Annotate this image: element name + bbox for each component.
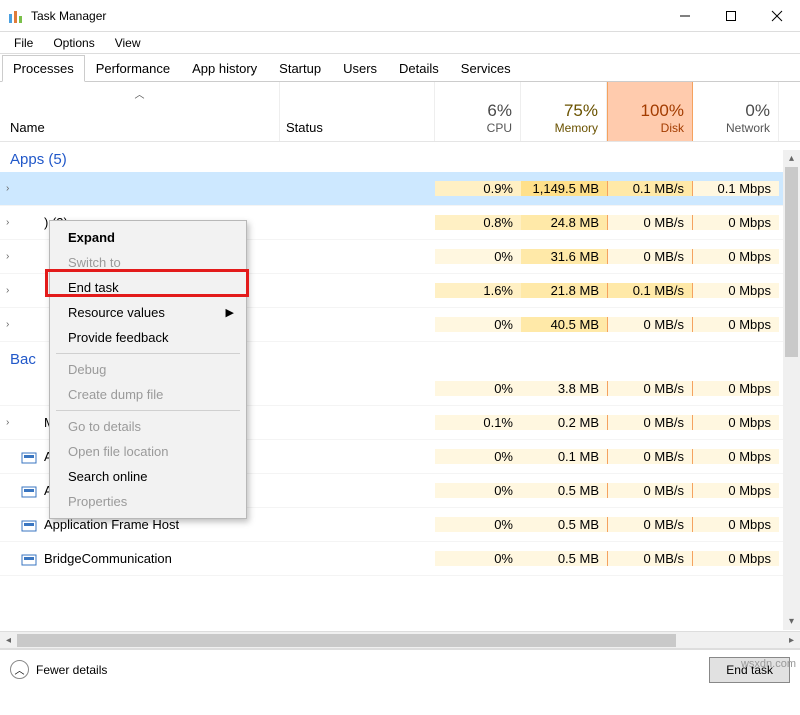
header-status[interactable]: Status <box>280 82 435 141</box>
menubar: File Options View <box>0 32 800 54</box>
ctx-resource-values[interactable]: Resource values▶ <box>52 300 244 325</box>
cell-network: 0.1 Mbps <box>693 181 779 196</box>
app-icon <box>20 380 38 398</box>
service-icon <box>20 516 38 534</box>
horizontal-scrollbar[interactable]: ◂ ▸ <box>0 632 800 649</box>
section-apps: Apps (5) <box>0 142 800 172</box>
disk-percent: 100% <box>641 101 684 121</box>
window-title: Task Manager <box>31 9 106 23</box>
app-icon <box>20 180 38 198</box>
titlebar: Task Manager <box>0 0 800 32</box>
tab-users[interactable]: Users <box>332 55 388 82</box>
app-icon <box>20 214 38 232</box>
memory-label: Memory <box>555 121 598 135</box>
cpu-label: CPU <box>487 121 512 135</box>
header-network[interactable]: 0% Network <box>693 82 779 141</box>
tab-performance[interactable]: Performance <box>85 55 181 82</box>
header-memory[interactable]: 75% Memory <box>521 82 607 141</box>
service-icon <box>20 448 38 466</box>
task-manager-icon <box>8 8 24 24</box>
app-icon <box>20 414 38 432</box>
ctx-expand[interactable]: Expand <box>52 225 244 250</box>
expand-chevron-icon[interactable]: › <box>6 183 20 194</box>
process-row[interactable]: › 0.9% 1,149.5 MB 0.1 MB/s 0.1 Mbps <box>0 172 800 206</box>
service-icon <box>20 482 38 500</box>
cell-cpu: 0.9% <box>435 181 521 196</box>
scroll-up-icon[interactable]: ▴ <box>783 150 800 167</box>
menu-file[interactable]: File <box>4 33 43 53</box>
tab-services[interactable]: Services <box>450 55 522 82</box>
header-name[interactable]: ︿ Name <box>0 82 280 141</box>
tab-startup[interactable]: Startup <box>268 55 332 82</box>
tab-details[interactable]: Details <box>388 55 450 82</box>
sort-indicator-icon: ︿ <box>135 86 145 101</box>
minimize-button[interactable] <box>662 0 708 32</box>
ctx-switch-to: Switch to <box>52 250 244 275</box>
ctx-open-file-location: Open file location <box>52 439 244 464</box>
network-label: Network <box>726 121 770 135</box>
tab-app-history[interactable]: App history <box>181 55 268 82</box>
expand-chevron-icon[interactable]: › <box>6 319 20 330</box>
context-menu: Expand Switch to End task Resource value… <box>49 220 247 519</box>
app-icon <box>20 282 38 300</box>
caption-buttons <box>662 0 800 32</box>
ctx-provide-feedback[interactable]: Provide feedback <box>52 325 244 350</box>
expand-chevron-icon[interactable]: › <box>6 251 20 262</box>
header-status-label: Status <box>286 120 323 135</box>
scroll-left-icon[interactable]: ◂ <box>0 632 17 649</box>
memory-percent: 75% <box>564 101 598 121</box>
scroll-track[interactable] <box>17 632 783 649</box>
app-icon <box>20 316 38 334</box>
menu-options[interactable]: Options <box>43 33 104 53</box>
footer: ︿ Fewer details End task <box>0 649 800 689</box>
cell-memory: 1,149.5 MB <box>521 181 607 196</box>
expand-chevron-icon[interactable]: › <box>6 217 20 228</box>
close-button[interactable] <box>754 0 800 32</box>
tab-processes[interactable]: Processes <box>2 55 85 82</box>
expand-chevron-icon[interactable]: › <box>6 417 20 428</box>
app-icon <box>20 248 38 266</box>
tabs: Processes Performance App history Startu… <box>0 54 800 82</box>
process-row[interactable]: BridgeCommunication 0% 0.5 MB 0 MB/s 0 M… <box>0 542 800 576</box>
scroll-down-icon[interactable]: ▾ <box>783 613 800 630</box>
service-icon <box>20 550 38 568</box>
column-headers: ︿ Name Status 6% CPU 75% Memory 100% Dis… <box>0 82 800 142</box>
header-cpu[interactable]: 6% CPU <box>435 82 521 141</box>
fewer-details-label: Fewer details <box>36 663 107 677</box>
scroll-thumb[interactable] <box>785 167 798 357</box>
ctx-create-dump: Create dump file <box>52 382 244 407</box>
separator <box>56 410 240 411</box>
separator <box>56 353 240 354</box>
scroll-thumb[interactable] <box>17 634 676 647</box>
fewer-details-button[interactable]: ︿ Fewer details <box>10 660 107 679</box>
ctx-debug: Debug <box>52 357 244 382</box>
submenu-arrow-icon: ▶ <box>226 306 234 319</box>
menu-view[interactable]: View <box>105 33 151 53</box>
chevron-up-icon: ︿ <box>10 660 29 679</box>
cpu-percent: 6% <box>487 101 512 121</box>
vertical-scrollbar[interactable]: ▴ ▾ <box>783 150 800 630</box>
ctx-properties: Properties <box>52 489 244 514</box>
ctx-go-to-details: Go to details <box>52 414 244 439</box>
watermark: wsxdn.com <box>741 658 796 670</box>
ctx-end-task[interactable]: End task <box>52 275 244 300</box>
network-percent: 0% <box>745 101 770 121</box>
scroll-track[interactable] <box>783 167 800 613</box>
ctx-search-online[interactable]: Search online <box>52 464 244 489</box>
cell-disk: 0.1 MB/s <box>607 181 693 196</box>
maximize-button[interactable] <box>708 0 754 32</box>
header-disk[interactable]: 100% Disk <box>607 82 693 141</box>
expand-chevron-icon[interactable]: › <box>6 285 20 296</box>
scroll-right-icon[interactable]: ▸ <box>783 632 800 649</box>
disk-label: Disk <box>661 121 684 135</box>
header-name-label: Name <box>10 120 279 135</box>
